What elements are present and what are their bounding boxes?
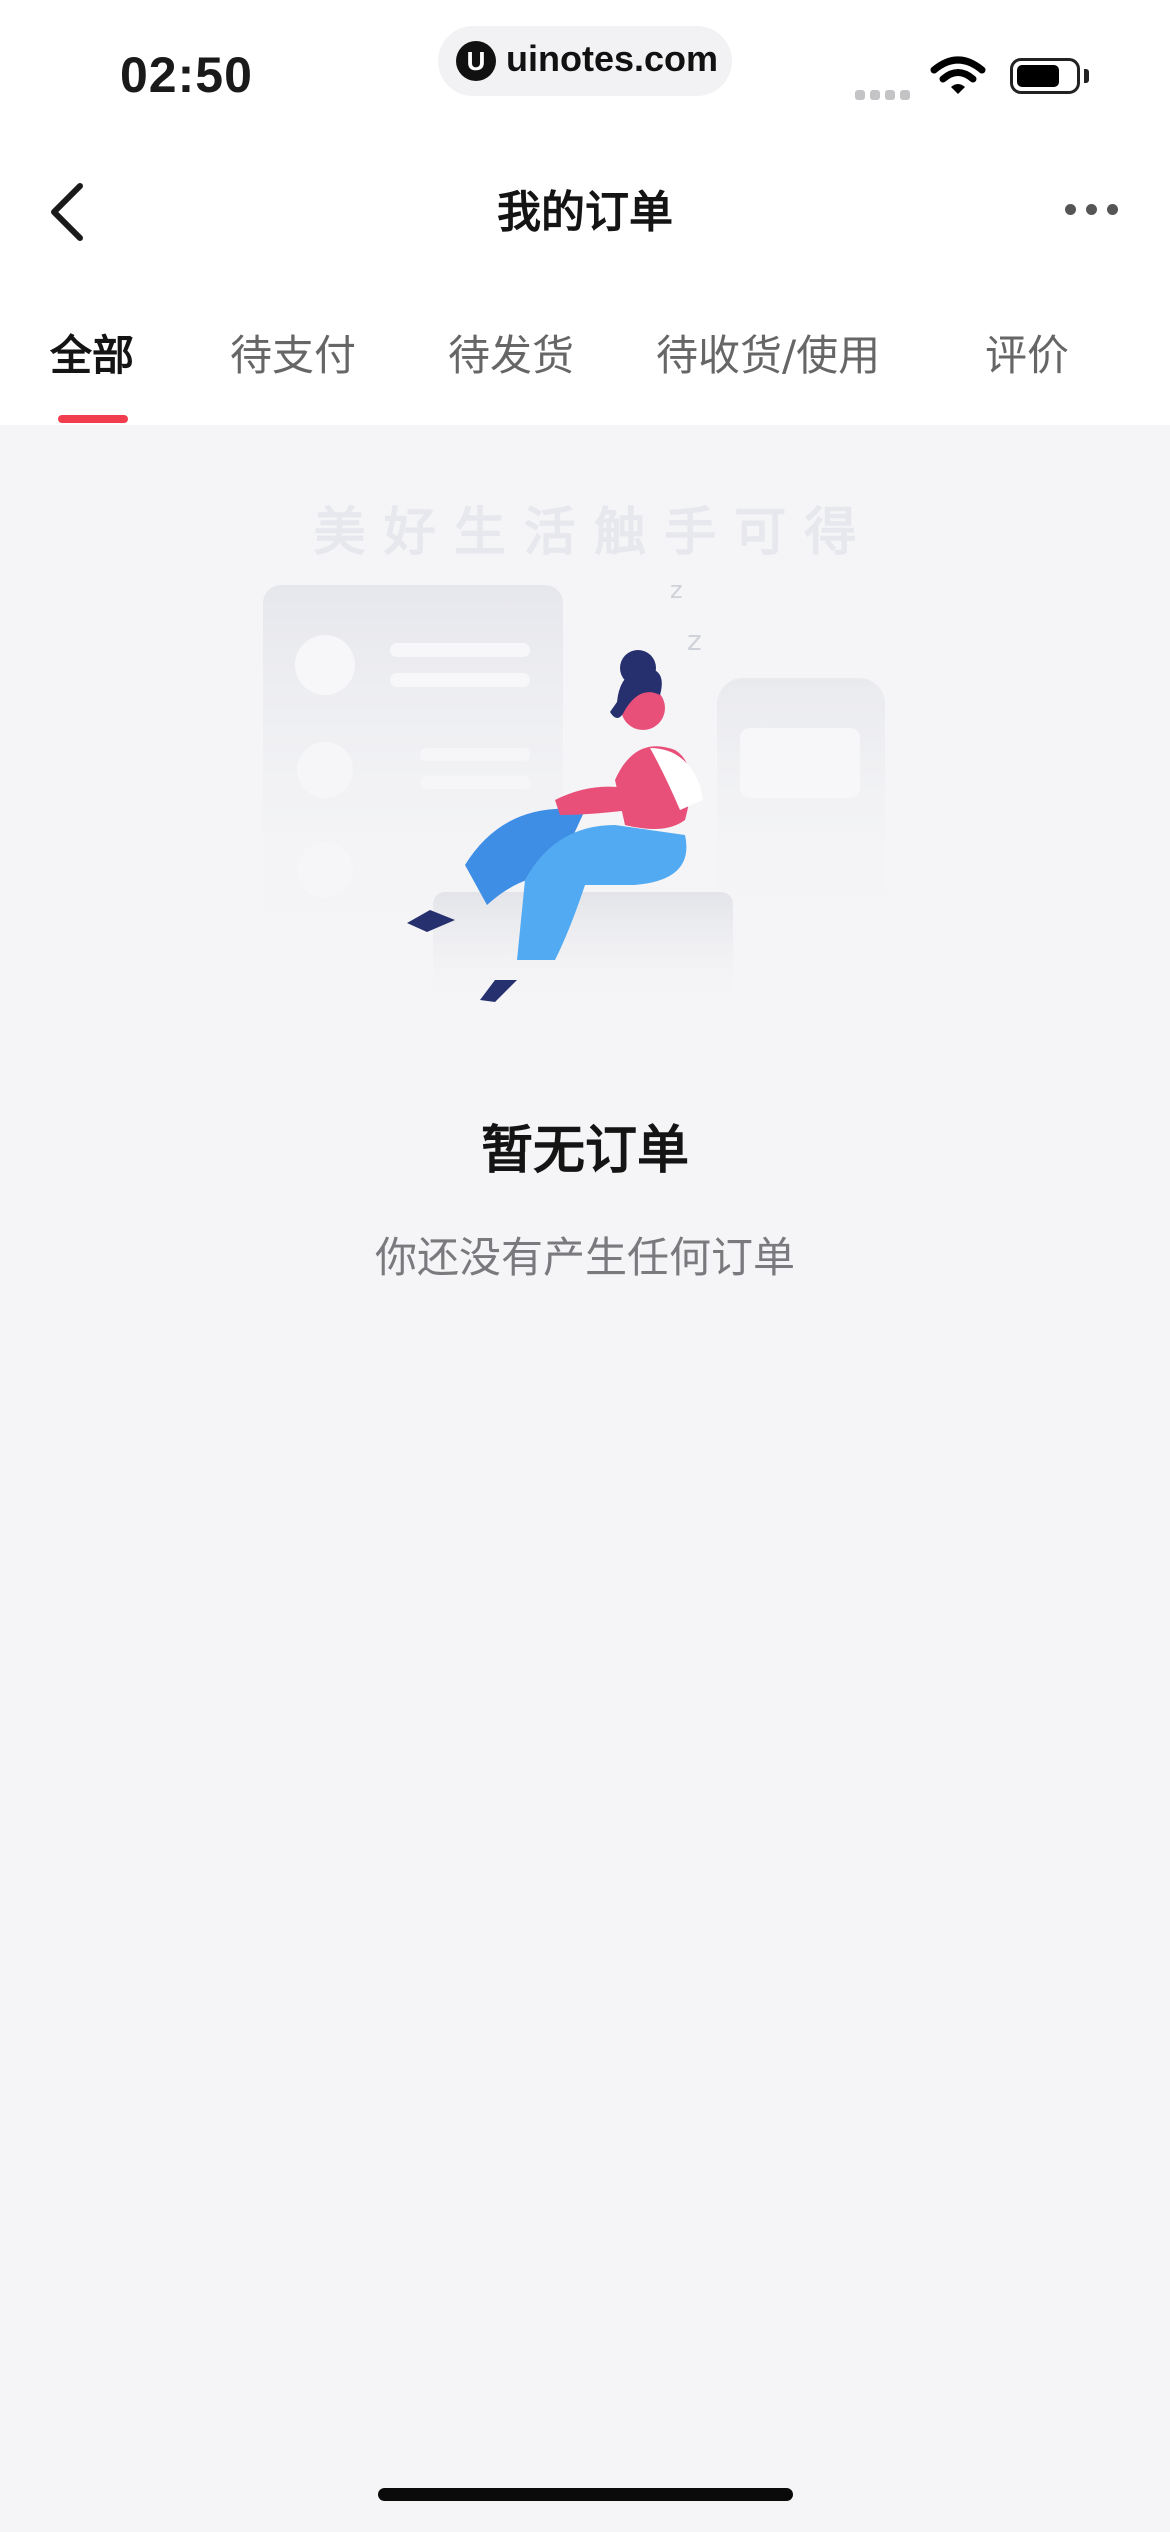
more-dots-icon[interactable] [1065,200,1135,220]
battery-icon [1010,58,1080,94]
uinotes-logo-icon: U [456,41,496,81]
signal-icon [855,85,915,104]
home-indicator[interactable] [378,2488,793,2501]
svg-text:z: z [687,624,702,657]
empty-state-title: 暂无订单 [480,1121,689,1181]
empty-orders-illustration: 美 好 生 活 触 手 可 得 z z [263,503,885,1002]
tab-review[interactable]: 评价 [985,322,1069,383]
page-title: 我的订单 [497,187,673,238]
order-tab-bar: 全部 待支付 待发货 待收货/使用 评价 [0,280,1170,425]
tab-all[interactable]: 全部 [50,322,134,383]
empty-state-subtitle: 你还没有产生任何订单 [374,1233,795,1282]
svg-text:z: z [670,576,683,604]
tab-pending-shipment[interactable]: 待发货 [448,322,574,383]
tab-pending-payment[interactable]: 待支付 [230,322,356,383]
phone-card-graphic [717,678,885,938]
wifi-icon [930,56,986,94]
tab-pending-receipt[interactable]: 待收货/使用 [656,322,880,383]
nav-bar: 我的订单 [0,130,1170,280]
active-tab-indicator [58,415,128,423]
battery-tip [1084,69,1089,83]
url-badge[interactable]: U uinotes.com [438,26,732,96]
bench-graphic [433,892,733,1002]
url-text: uinotes.com [506,38,719,79]
status-bar: 02:50 U uinotes.com [0,0,1170,130]
status-time: 02:50 [120,47,253,103]
slogan-text: 美 好 生 活 触 手 可 得 [314,503,857,563]
